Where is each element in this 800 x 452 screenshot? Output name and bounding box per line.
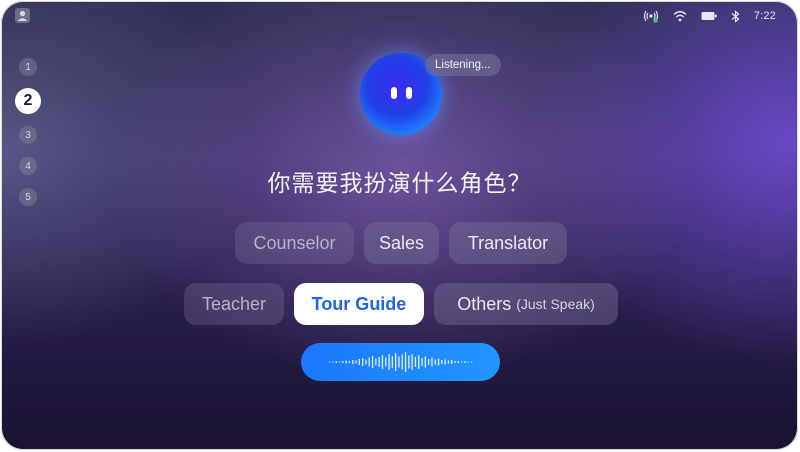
waveform-bar — [378, 357, 380, 367]
waveform-bar — [365, 359, 367, 365]
waveform-bar — [348, 361, 351, 363]
role-sales-button[interactable]: Sales — [364, 222, 439, 264]
waveform-bar — [395, 353, 397, 371]
role-others-hint: (Just Speak) — [516, 296, 595, 312]
waveform-bar — [451, 360, 453, 364]
role-teacher-button[interactable]: Teacher — [184, 283, 284, 325]
waveform-bar — [447, 360, 450, 364]
waveform-icon — [329, 352, 473, 372]
role-counselor-button[interactable]: Counselor — [235, 222, 354, 264]
role-others-button[interactable]: Others (Just Speak) — [434, 283, 618, 325]
waveform-bar — [358, 359, 360, 365]
waveform-bar — [424, 356, 426, 368]
waveform-bar — [352, 360, 354, 364]
waveform-bar — [385, 357, 387, 367]
role-others-label: Others — [457, 293, 512, 314]
battery-icon — [701, 11, 717, 21]
bluetooth-icon — [731, 9, 740, 23]
status-bar: 7:22 — [1, 1, 798, 31]
status-icons: 7:22 — [643, 7, 776, 25]
waveform-bar — [381, 355, 384, 369]
user-icon[interactable] — [15, 8, 30, 23]
waveform-bar — [431, 357, 433, 367]
waveform-bar — [434, 359, 436, 365]
waveform-bar — [457, 361, 459, 363]
waveform-bar — [421, 358, 423, 366]
waveform-bar — [414, 357, 417, 367]
right-eye — [406, 87, 412, 99]
waveform-bar — [368, 357, 370, 367]
clock: 7:22 — [753, 10, 776, 22]
waveform-bar — [470, 361, 473, 363]
waveform-bar — [398, 356, 400, 368]
waveform-bar — [461, 361, 463, 363]
waveform-bar — [441, 360, 443, 364]
step-3[interactable]: 3 — [19, 126, 37, 144]
step-2-active[interactable]: 2 — [15, 88, 41, 114]
listening-badge: Listening... — [425, 54, 501, 76]
role-translator-button[interactable]: Translator — [449, 222, 567, 264]
waveform-bar — [345, 360, 347, 364]
waveform-bar — [428, 359, 430, 365]
waveform-bar — [371, 356, 374, 368]
voice-input-button[interactable] — [301, 343, 500, 381]
wifi-icon — [673, 10, 687, 22]
waveform-bar — [467, 361, 469, 363]
waveform-bar — [355, 360, 357, 364]
role-question: 你需要我扮演什么角色？ — [267, 171, 532, 197]
device-screen: 7:22 1 2 3 4 5 Listening... 你需要我扮演什么角色？ … — [1, 1, 798, 450]
waveform-bar — [338, 361, 341, 363]
waveform-bar — [332, 361, 334, 363]
waveform-bar — [444, 359, 446, 365]
role-tour-guide-button[interactable]: Tour Guide — [294, 283, 424, 325]
left-eye — [391, 87, 397, 99]
hotspot-icon — [643, 9, 659, 23]
step-1[interactable]: 1 — [19, 58, 37, 76]
waveform-bar — [418, 355, 420, 369]
waveform-bar — [388, 354, 390, 370]
waveform-bar — [329, 361, 331, 363]
waveform-bar — [411, 354, 413, 370]
waveform-bar — [404, 352, 407, 372]
waveform-bar — [437, 358, 440, 366]
waveform-bar — [375, 358, 377, 366]
waveform-bar — [408, 355, 410, 369]
waveform-bar — [454, 361, 456, 363]
waveform-bar — [362, 358, 364, 366]
waveform-bar — [391, 356, 393, 368]
waveform-bar — [342, 361, 344, 363]
waveform-bar — [335, 361, 337, 363]
waveform-bar — [401, 354, 403, 370]
waveform-bar — [464, 361, 466, 363]
